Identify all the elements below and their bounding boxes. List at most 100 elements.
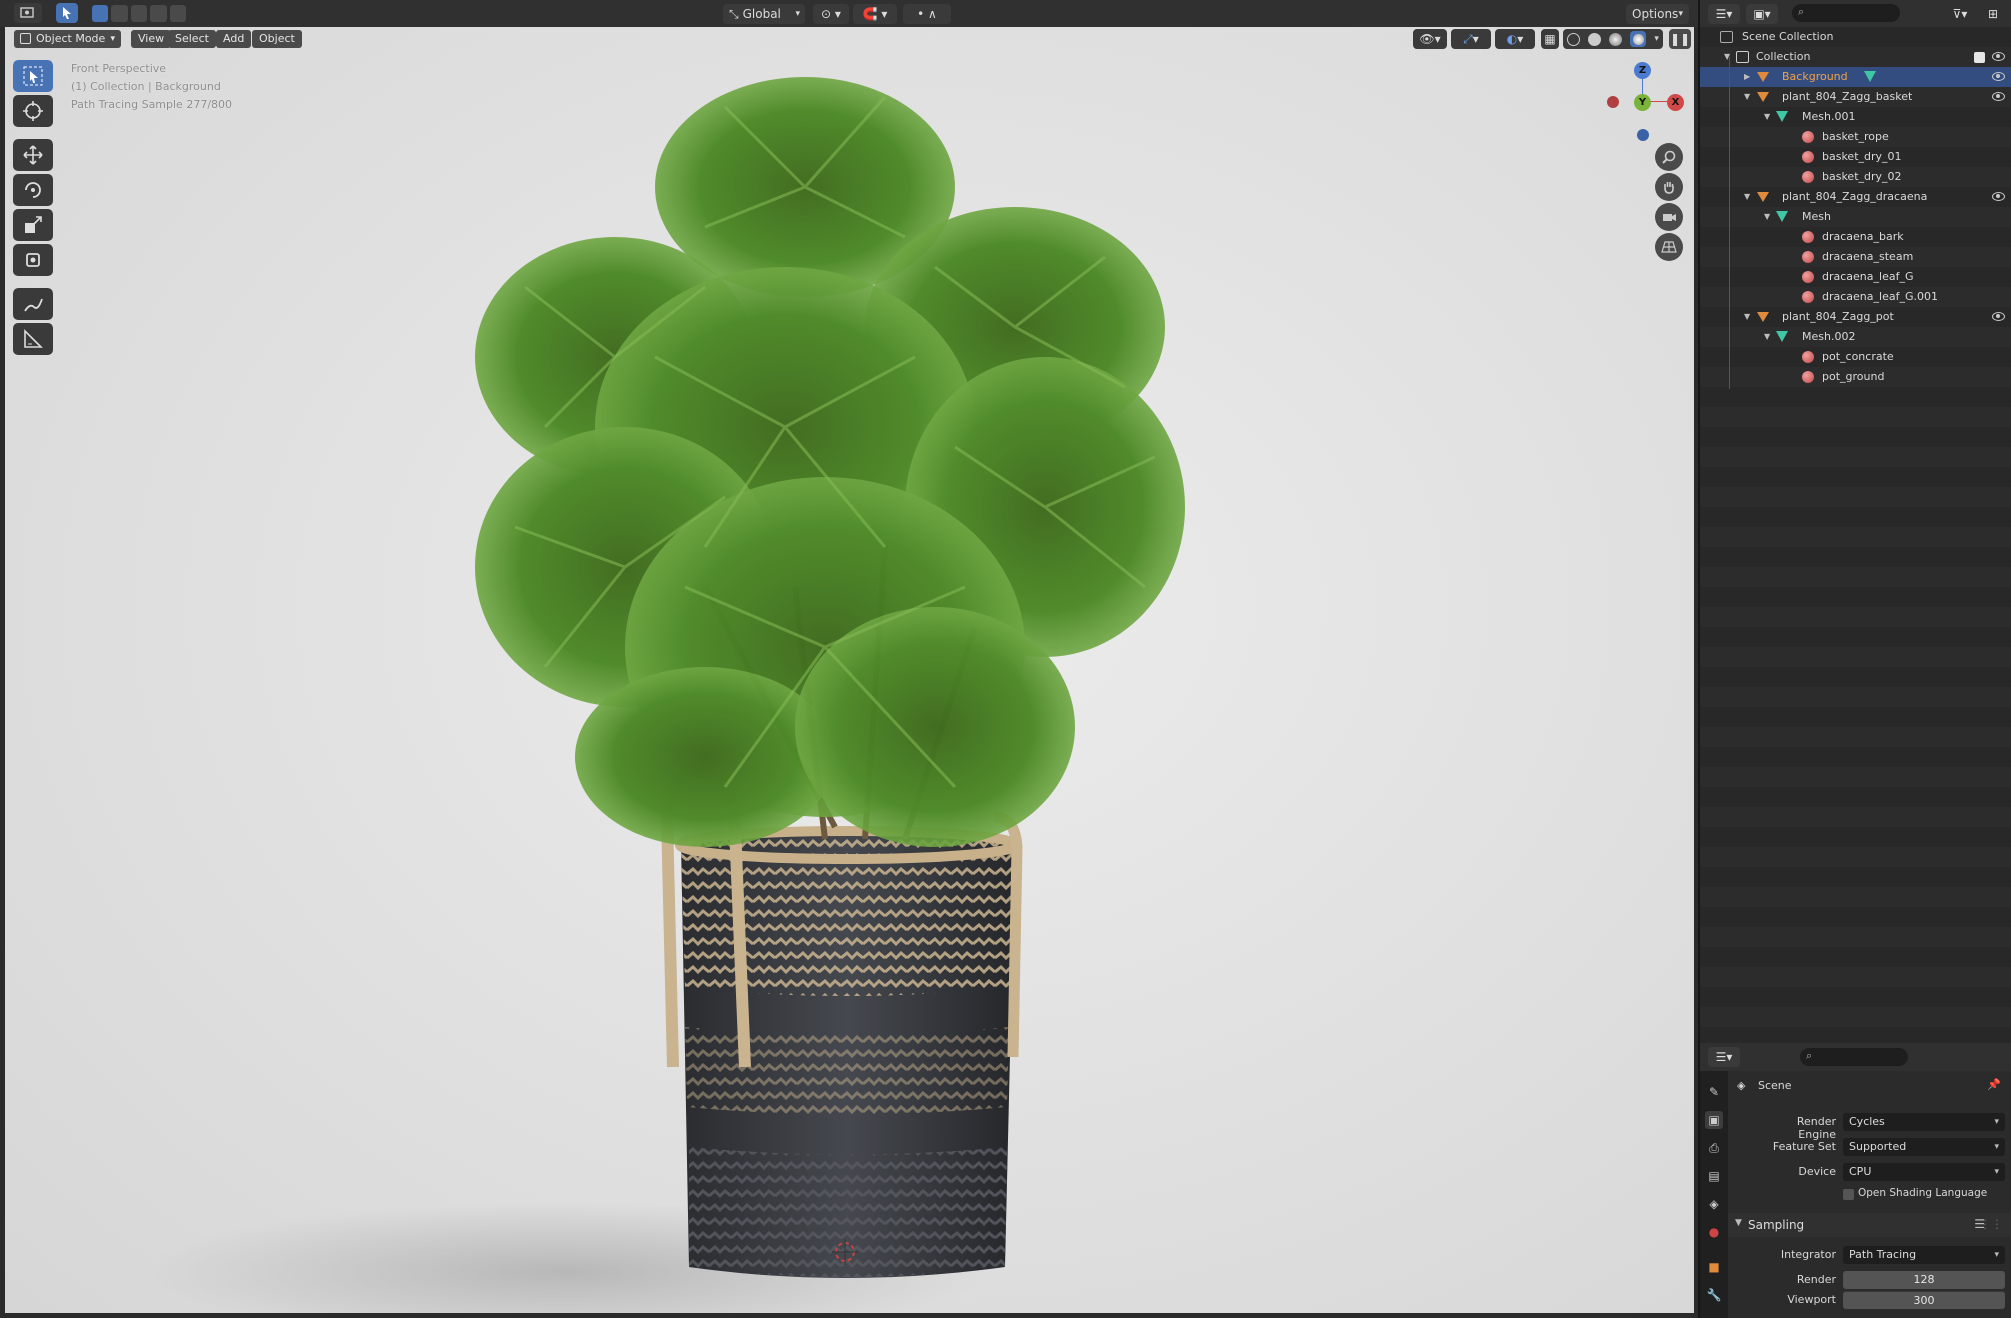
drag-handle-icon[interactable]: ⋮⋮ [1979, 1217, 2003, 1231]
filter-icon[interactable]: ⊽▾ [1944, 4, 1976, 24]
tool-tab-icon[interactable]: ✎ [1705, 1083, 1723, 1101]
rotate-icon[interactable] [13, 174, 53, 206]
outliner-item-material[interactable]: pot_concrate [1700, 347, 2011, 367]
chevron-down-icon[interactable]: ▾ [1654, 34, 1659, 44]
sampling-panel-header[interactable]: ▼ Sampling ☰ ⋮⋮ [1728, 1213, 2011, 1237]
menu-add[interactable]: Add [216, 30, 252, 48]
material-shading-icon[interactable] [1609, 32, 1623, 46]
outliner-item-material[interactable]: basket_dry_01 [1700, 147, 2011, 167]
options-dropdown[interactable]: Options ▾ [1626, 4, 1689, 24]
measure-icon[interactable] [13, 323, 53, 355]
outliner-item-material[interactable]: dracaena_bark [1700, 227, 2011, 247]
display-mode-icon[interactable]: ▣▾ [1746, 4, 1778, 24]
move-icon[interactable] [13, 139, 53, 171]
outliner-item-material[interactable]: pot_ground [1700, 367, 2011, 387]
gizmo-toggle-icon[interactable]: ⤢ ▾ [1451, 29, 1491, 49]
gizmo-x-axis[interactable]: X [1667, 94, 1684, 111]
outliner-search-input[interactable]: ⌕ [1792, 4, 1900, 22]
editor-type-icon[interactable]: ☰▾ [1708, 1047, 1740, 1067]
outliner-item-background[interactable]: ▶ Background [1700, 67, 2011, 87]
outliner-item-collection[interactable]: ▼ Collection [1700, 47, 2011, 67]
collapse-triangle-icon[interactable]: ▼ [1744, 87, 1750, 107]
overlays-toggle-icon[interactable]: ◐ ▾ [1495, 29, 1535, 49]
eye-icon[interactable] [1992, 72, 2005, 81]
menu-select[interactable]: Select [168, 30, 216, 48]
xray-toggle-icon[interactable]: ▦ [1541, 29, 1559, 49]
collapse-triangle-icon[interactable]: ▼ [1744, 187, 1750, 207]
menu-view[interactable]: View [131, 30, 172, 48]
wireframe-shading-icon[interactable] [1567, 32, 1581, 46]
outliner-item-dracaena[interactable]: ▼ plant_804_Zagg_dracaena [1700, 187, 2011, 207]
transform-orientation-dropdown[interactable]: ⤡ Global ▾ [723, 4, 805, 24]
scale-icon[interactable] [13, 209, 53, 241]
gizmo-y-axis[interactable]: Y [1634, 94, 1651, 111]
outliner-item-pot[interactable]: ▼ plant_804_Zagg_pot [1700, 307, 2011, 327]
eye-icon[interactable] [1992, 192, 2005, 201]
transform-icon[interactable] [13, 244, 53, 276]
outliner-item-mesh001[interactable]: ▼ Mesh.001 [1700, 107, 2011, 127]
output-tab-icon[interactable]: ⎙ [1705, 1139, 1723, 1157]
select-intersect-icon[interactable] [169, 5, 187, 22]
eye-icon[interactable] [1992, 52, 2005, 61]
expand-triangle-icon[interactable]: ▶ [1744, 67, 1750, 87]
cursor-icon[interactable] [13, 95, 53, 127]
properties-search-input[interactable]: ⌕ [1800, 1048, 1908, 1066]
zoom-icon[interactable] [1655, 143, 1683, 171]
gizmo-neg-z-axis[interactable] [1637, 129, 1649, 141]
outliner-root[interactable]: Scene Collection [1700, 27, 2011, 47]
eye-icon[interactable] [1992, 312, 2005, 321]
camera-view-icon[interactable] [1655, 203, 1683, 231]
eye-icon[interactable] [1992, 92, 2005, 101]
annotate-icon[interactable] [13, 288, 53, 320]
view-layer-tab-icon[interactable]: ▤ [1705, 1167, 1723, 1185]
collapse-triangle-icon[interactable]: ▼ [1764, 107, 1770, 127]
outliner-item-material[interactable]: dracaena_steam [1700, 247, 2011, 267]
mode-dropdown[interactable]: Object Mode ▾ [14, 30, 121, 48]
world-tab-icon[interactable]: ● [1705, 1223, 1723, 1241]
gizmo-neg-x-axis[interactable] [1607, 96, 1619, 108]
device-dropdown[interactable]: CPU ▾ [1843, 1163, 2005, 1181]
pan-hand-icon[interactable] [1655, 173, 1683, 201]
viewport-samples-field[interactable]: 300 [1843, 1291, 2005, 1309]
render-tab-icon[interactable]: ▣ [1705, 1111, 1723, 1129]
solid-shading-icon[interactable] [1588, 32, 1602, 46]
render-engine-dropdown[interactable]: Cycles ▾ [1843, 1113, 2005, 1131]
integrator-dropdown[interactable]: Path Tracing ▾ [1843, 1246, 2005, 1264]
outliner-item-material[interactable]: basket_rope [1700, 127, 2011, 147]
perspective-toggle-icon[interactable] [1655, 233, 1683, 261]
outliner-item-material[interactable]: basket_dry_02 [1700, 167, 2011, 187]
rendered-shading-icon[interactable] [1630, 31, 1647, 47]
outliner-item-mesh[interactable]: ▼ Mesh [1700, 207, 2011, 227]
render-view[interactable] [5, 27, 1694, 1313]
editor-type-icon[interactable]: ☰▾ [1708, 4, 1740, 24]
select-box-icon[interactable] [13, 60, 53, 92]
select-invert-icon[interactable] [150, 5, 167, 22]
select-subtract-icon[interactable] [130, 5, 148, 22]
mesh-data-icon[interactable] [1864, 71, 1876, 82]
editor-type-icon[interactable] [14, 3, 42, 23]
outliner-item-basket[interactable]: ▼ plant_804_Zagg_basket [1700, 87, 2011, 107]
collapse-triangle-icon[interactable]: ▼ [1764, 327, 1770, 347]
select-tool-icon[interactable] [56, 3, 78, 23]
outliner-item-material[interactable]: dracaena_leaf_G.001 [1700, 287, 2011, 307]
collapse-triangle-icon[interactable]: ▼ [1764, 207, 1770, 227]
modifier-tab-icon[interactable]: 🔧 [1705, 1286, 1723, 1304]
menu-object[interactable]: Object [252, 30, 302, 48]
select-new-icon[interactable] [92, 5, 109, 22]
object-tab-icon[interactable]: ■ [1705, 1258, 1723, 1276]
select-extend-icon[interactable] [111, 5, 128, 22]
outliner-item-material[interactable]: dracaena_leaf_G [1700, 267, 2011, 287]
collapse-triangle-icon[interactable]: ▼ [1744, 307, 1750, 327]
pivot-point-icon[interactable]: ⊙ ▾ [813, 4, 849, 24]
3d-viewport[interactable]: ⤡ Global ▾ ⊙ ▾ 🧲 ▾ • ∧ Options ▾ Object … [0, 0, 1698, 1318]
proportional-editing-icon[interactable]: • ∧ [903, 4, 951, 24]
osl-checkbox[interactable] [1843, 1189, 1854, 1200]
exclude-checkbox[interactable] [1974, 52, 1985, 63]
gizmo-z-axis[interactable]: Z [1634, 62, 1651, 79]
new-collection-icon[interactable]: ⊞ [1982, 4, 2004, 24]
scene-tab-icon[interactable]: ◈ [1705, 1195, 1723, 1213]
outliner-item-mesh002[interactable]: ▼ Mesh.002 [1700, 327, 2011, 347]
snap-icon[interactable]: 🧲 ▾ [853, 4, 897, 24]
outliner-panel[interactable]: Scene Collection ▼ Collection ▶ Backgrou… [1698, 27, 2011, 1043]
pause-render-icon[interactable]: ❚❚ [1669, 29, 1691, 49]
